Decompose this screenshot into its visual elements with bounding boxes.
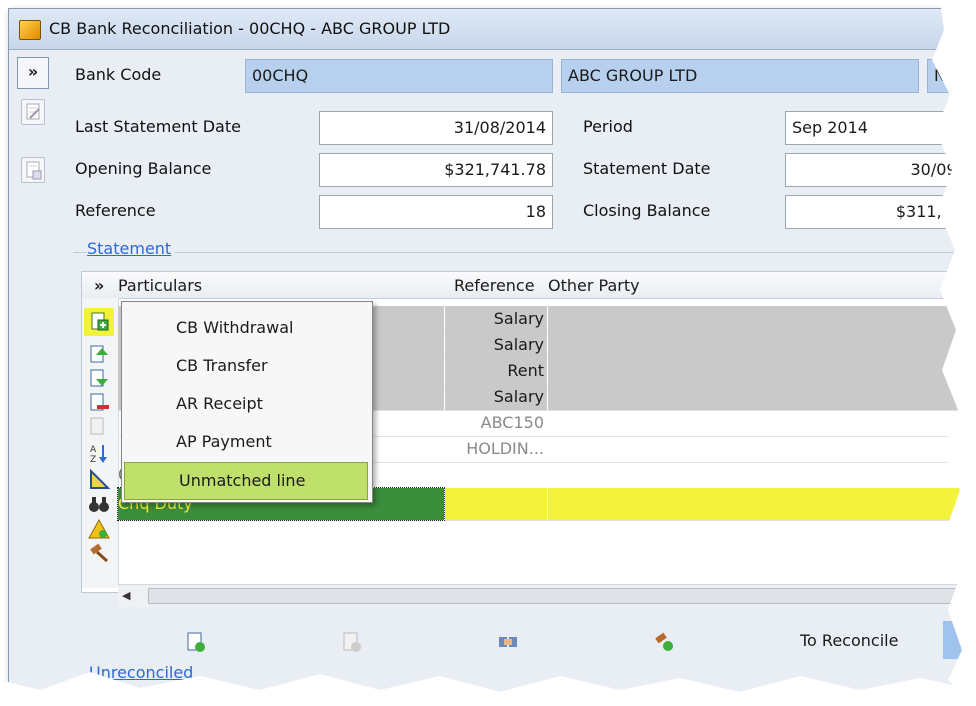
torn-edge-overlay	[0, 0, 976, 706]
